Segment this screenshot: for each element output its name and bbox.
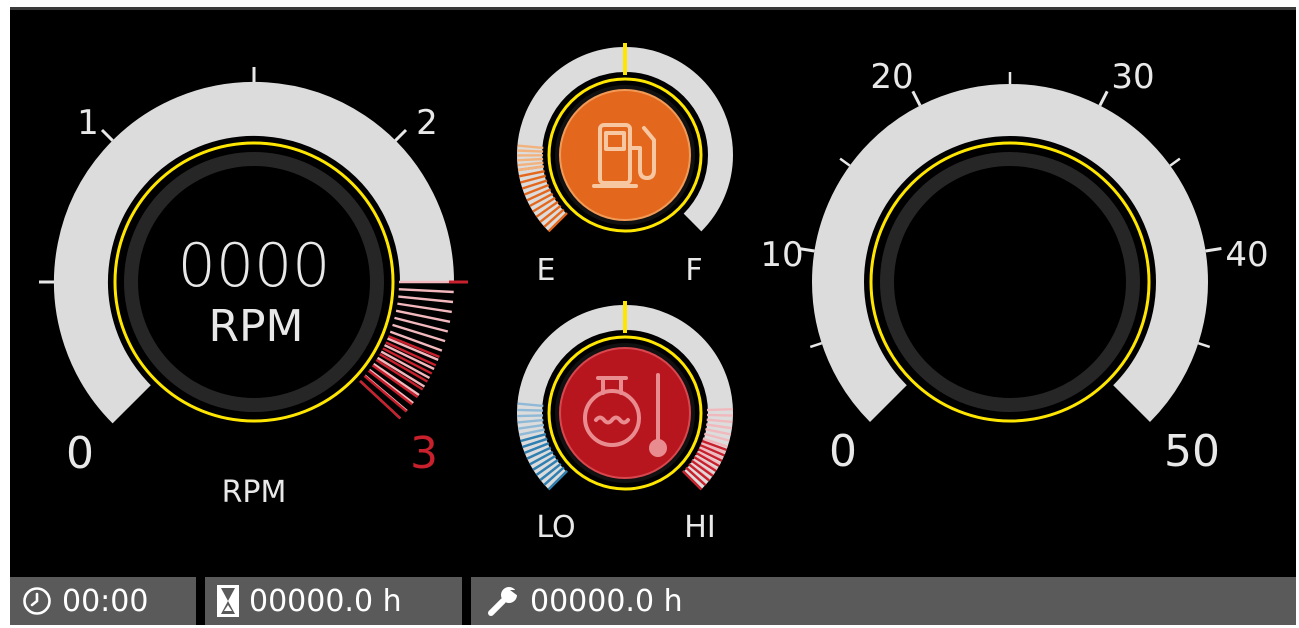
fuel-low-hatch — [517, 149, 544, 153]
speedo-scale-label-30: 30 — [1111, 57, 1154, 97]
tach-major-tick — [394, 128, 408, 142]
hourglass-icon — [217, 585, 239, 617]
tach-scale-label-1: 1 — [77, 103, 99, 143]
tach-readout-value: 0000 — [178, 231, 331, 301]
tach-scale-label-0: 0 — [66, 428, 94, 479]
speedo-scale-label-0: 0 — [829, 426, 857, 477]
temp-high-label: HI — [684, 510, 715, 545]
service-hours-segment: 00000.0 h — [488, 577, 683, 625]
service-hours-value: 00000.0 h — [530, 583, 683, 619]
speedo-major-tick — [911, 90, 922, 107]
status-divider — [462, 577, 471, 625]
tach-redline-hatch — [391, 323, 446, 343]
engine-hours-value: 00000.0 h — [249, 583, 402, 619]
tach-caption: RPM — [222, 475, 287, 510]
speedo-minor-tick — [839, 157, 851, 167]
thermometer-bulb — [649, 439, 667, 457]
tach-scale-label-2: 2 — [416, 103, 438, 143]
engine-hours-segment: 00000.0 h — [217, 577, 402, 625]
tach-major-tick — [100, 128, 114, 142]
temp-hot-hatch — [706, 413, 734, 417]
status-bar: 00:00 00000.0 h 00000.0 h — [10, 577, 1296, 625]
speedo-major-tick — [1098, 90, 1109, 107]
status-divider — [196, 577, 205, 625]
fuel-low-hatch — [517, 157, 544, 162]
tach-readout-unit: RPM — [208, 301, 303, 352]
tach-redline-hatch — [396, 302, 452, 314]
clock-value: 00:00 — [62, 583, 149, 619]
wrench-icon — [488, 587, 518, 616]
fuel-gauge — [516, 43, 733, 235]
speedo-scale-label-50: 50 — [1164, 426, 1220, 477]
tach-redline-hatch — [397, 288, 454, 294]
speedo-minor-tick — [1197, 342, 1211, 349]
speedometer-gauge — [798, 72, 1222, 427]
temp-cold-hatch — [516, 408, 544, 412]
temp-hot-hatch — [706, 408, 733, 412]
fuel-empty-label: E — [537, 253, 556, 288]
speedo-scale-label-10: 10 — [760, 235, 803, 275]
temperature-gauge — [516, 301, 734, 493]
speedo-minor-tick — [1169, 157, 1181, 167]
clock-icon — [23, 587, 51, 615]
tach-redline-hatch — [397, 295, 454, 304]
dashboard-gauges: 0000 RPM 0 1 2 3 RPM E F LO HI 0 10 20 3… — [39, 43, 1269, 545]
temp-cold-hatch — [516, 414, 544, 418]
tach-redline-label: 3 — [410, 428, 438, 479]
speedo-scale-label-40: 40 — [1225, 235, 1268, 275]
temp-low-label: LO — [536, 510, 575, 545]
dial-center — [894, 166, 1126, 398]
fuel-full-label: F — [685, 253, 702, 288]
clock-segment: 00:00 — [22, 577, 148, 625]
speedo-scale-label-20: 20 — [870, 57, 913, 97]
speedo-major-tick — [1205, 247, 1222, 253]
speedo-minor-tick — [809, 342, 823, 349]
